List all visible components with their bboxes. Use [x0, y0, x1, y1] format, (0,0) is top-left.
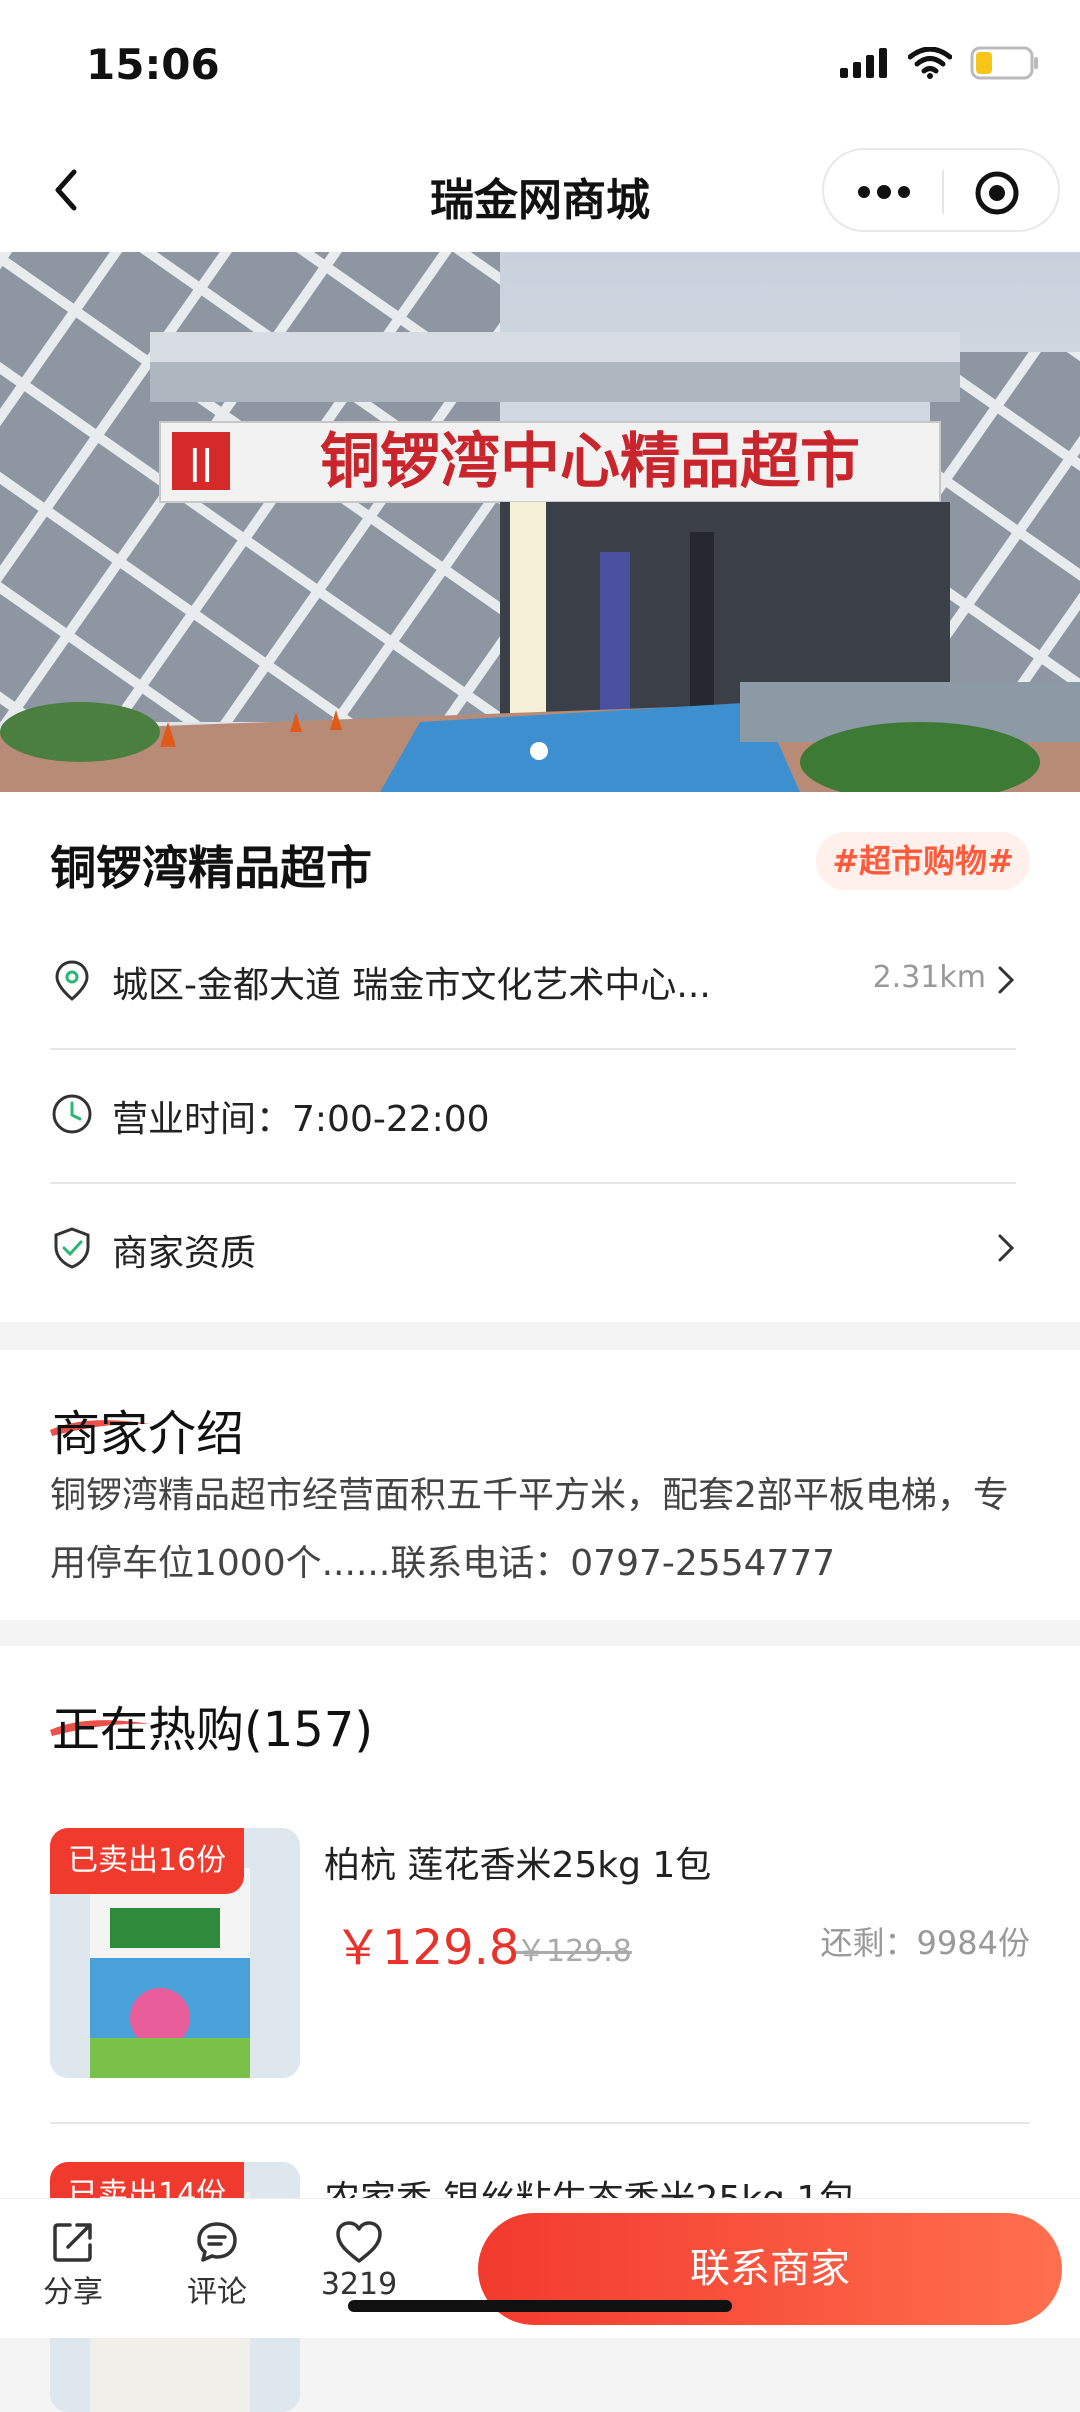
- address-row[interactable]: 城区-金都大道 瑞金市文化艺术中心... 2.31km: [50, 914, 1016, 1050]
- like-count: 3219: [320, 2267, 398, 2302]
- home-indicator: [348, 2300, 732, 2312]
- chevron-right-icon: [998, 966, 1015, 994]
- product-price: ￥129.8: [334, 1920, 520, 1976]
- status-time: 15:06: [86, 40, 220, 89]
- distance-text: 2.31km: [872, 960, 986, 995]
- address-text: 城区-金都大道 瑞金市文化艺术中心...: [112, 965, 711, 1006]
- product-item[interactable]: 已卖出16份 柏杭 莲花香米25kg 1包 ￥129.8 ￥129.8 还剩：9…: [50, 1828, 1030, 2078]
- storefront-image: || 铜锣湾中心精品超市: [0, 252, 1080, 792]
- product-name: 柏杭 莲花香米25kg 1包: [324, 1845, 712, 1886]
- shop-info-card: 铜锣湾精品超市 #超市购物# 城区-金都大道 瑞金市文化艺术中心... 2.31…: [0, 792, 1080, 1322]
- intro-text: 铜锣湾精品超市经营面积五千平方米，配套2部平板电梯，专用停车位1000个....…: [50, 1475, 1009, 1584]
- share-label: 分享: [43, 2275, 103, 2310]
- heart-icon: [336, 2221, 382, 2263]
- location-pin-icon: [55, 960, 89, 1001]
- product-original-price: ￥129.8: [516, 1934, 632, 1969]
- qualification-text: 商家资质: [112, 1233, 257, 1274]
- hours-text: 营业时间：7:00-22:00: [112, 1099, 490, 1140]
- remaining-stock: 还剩：9984份: [820, 1924, 1030, 1962]
- merchant-intro-section: 商家介绍 铜锣湾精品超市经营面积五千平方米，配套2部平板电梯，专用停车位1000…: [0, 1350, 1080, 1620]
- product-divider: [50, 2122, 1030, 2124]
- shield-check-icon: [54, 1227, 90, 1269]
- hours-row: 营业时间：7:00-22:00: [50, 1048, 1016, 1184]
- comment-label: 评论: [187, 2275, 247, 2310]
- clock-icon: [52, 1094, 92, 1134]
- signal-icon: [840, 48, 887, 78]
- shop-name: 铜锣湾精品超市: [50, 841, 372, 895]
- battery-icon: [970, 46, 1038, 80]
- share-icon: [53, 2223, 92, 2262]
- product-image: 已卖出16份: [50, 1828, 300, 2078]
- hot-title: 正在热购(157): [52, 1702, 374, 1758]
- like-button[interactable]: 3219: [304, 2219, 414, 2302]
- comment-button[interactable]: 评论: [162, 2219, 272, 2311]
- svg-text:||: ||: [189, 443, 214, 483]
- banner-carousel[interactable]: || 铜锣湾中心精品超市: [0, 252, 1080, 792]
- more-icon[interactable]: [856, 178, 912, 206]
- comment-icon: [197, 2222, 237, 2262]
- capsule-divider: [942, 170, 944, 214]
- wifi-icon: [908, 47, 952, 79]
- share-button[interactable]: 分享: [18, 2219, 128, 2311]
- nav-bar: 瑞金网商城: [0, 130, 1080, 252]
- close-target-icon[interactable]: [974, 170, 1020, 216]
- qualification-row[interactable]: 商家资质: [50, 1182, 1016, 1316]
- carousel-indicator: [530, 742, 548, 760]
- sold-count-badge: 已卖出16份: [50, 1828, 245, 1894]
- status-bar: 15:06: [0, 0, 1080, 130]
- chevron-right-icon: [998, 1234, 1015, 1262]
- status-icons: [840, 46, 1040, 80]
- storefront-sign-text: 铜锣湾中心精品超市: [320, 427, 860, 497]
- bottom-action-bar: 分享 评论 3219 联系商家: [0, 2198, 1080, 2338]
- category-tag[interactable]: #超市购物#: [816, 832, 1030, 890]
- intro-title: 商家介绍: [52, 1406, 245, 1462]
- miniprogram-capsule: [822, 148, 1060, 232]
